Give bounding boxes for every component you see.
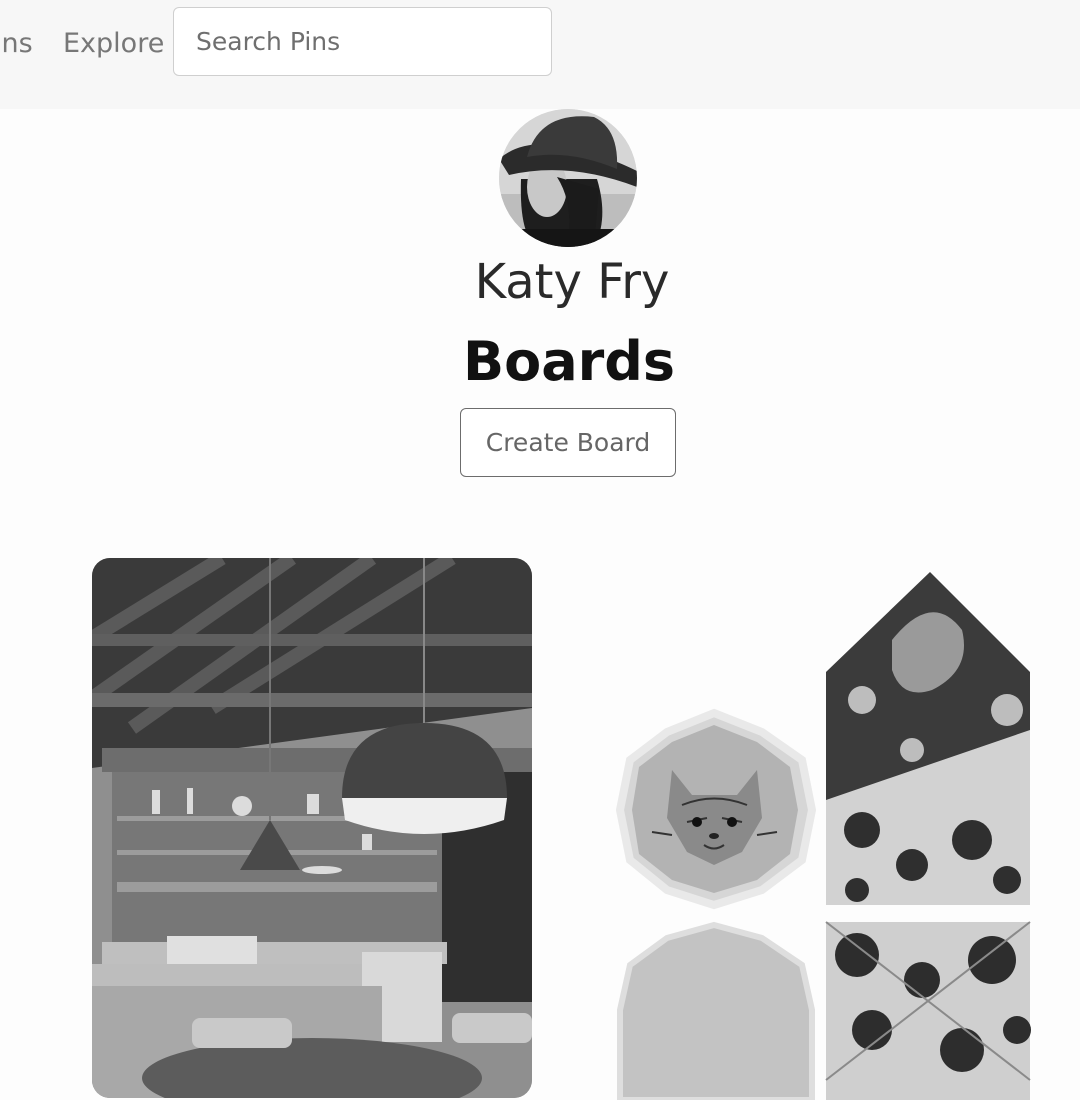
cat-plate-and-floral-envelopes-photo bbox=[612, 560, 1042, 1100]
create-board-button[interactable]: Create Board bbox=[460, 408, 676, 477]
nav-link-explore[interactable]: Explore bbox=[63, 26, 164, 62]
board-card[interactable] bbox=[612, 560, 1042, 1100]
nav-link-pins[interactable]: ins bbox=[0, 26, 33, 62]
boards-heading: Boards bbox=[462, 330, 676, 393]
kitchen-photo bbox=[92, 558, 532, 1098]
search-input[interactable] bbox=[173, 7, 552, 76]
profile-name: Katy Fry bbox=[474, 254, 670, 310]
top-navbar: ins Explore bbox=[0, 0, 1080, 109]
board-card[interactable] bbox=[92, 558, 532, 1098]
avatar bbox=[499, 109, 637, 247]
avatar-photo bbox=[499, 109, 637, 247]
